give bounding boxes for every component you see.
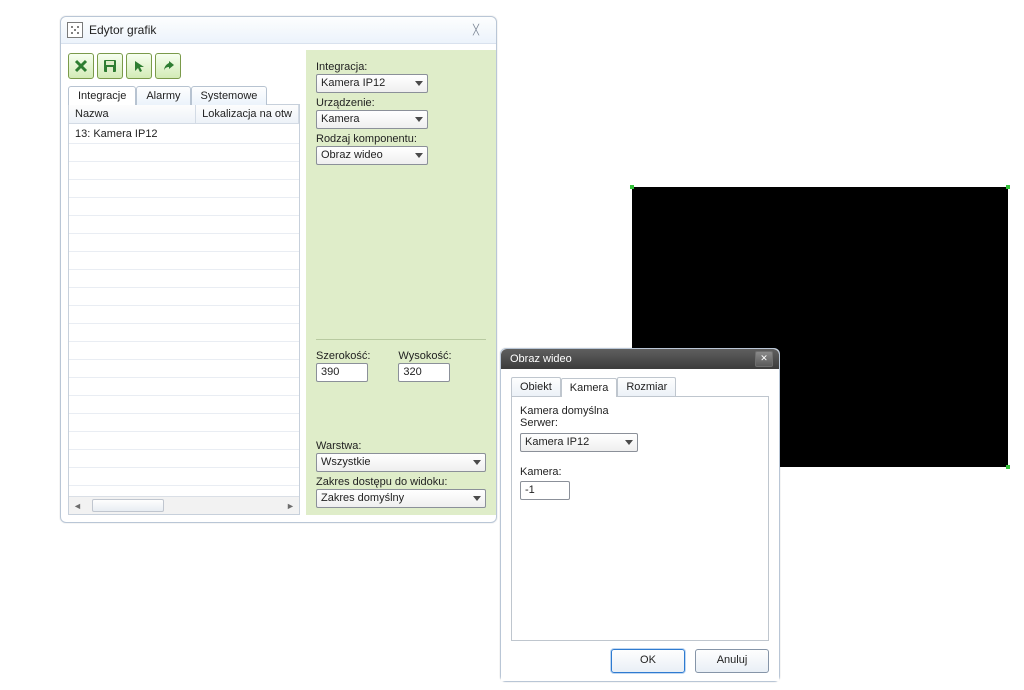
urzadzenie-select[interactable]: Kamera <box>316 110 428 129</box>
szerokosc-input[interactable]: 390 <box>316 363 368 382</box>
resize-handle-ne[interactable] <box>1006 185 1010 189</box>
ok-button[interactable]: OK <box>611 649 685 673</box>
dialog-body: Obiekt Kamera Rozmiar Kamera domyślna Se… <box>501 369 779 681</box>
table-row[interactable] <box>69 288 299 306</box>
rodzaj-label: Rodzaj komponentu: <box>316 133 486 145</box>
warstwa-select[interactable]: Wszystkie <box>316 453 486 472</box>
table-row[interactable] <box>69 432 299 450</box>
items-table: Nazwa Lokalizacja na otw 13: Kamera IP12 <box>68 104 300 515</box>
save-button[interactable] <box>97 53 123 79</box>
cancel-button[interactable]: Anuluj <box>695 649 769 673</box>
tab-integracje[interactable]: Integracje <box>68 86 136 105</box>
table-row[interactable] <box>69 216 299 234</box>
size-row: Szerokość: 390 Wysokość: 320 <box>316 339 486 382</box>
cursor-icon <box>132 59 146 73</box>
dialog-tab-pane: Kamera domyślna Serwer: Kamera IP12 Kame… <box>511 396 769 641</box>
wysokosc-label: Wysokość: <box>398 350 451 362</box>
x-icon <box>74 59 88 73</box>
table-row[interactable] <box>69 324 299 342</box>
source-tabs: Integracje Alarmy Systemowe <box>68 86 300 105</box>
table-row[interactable] <box>69 270 299 288</box>
editor-body: Integracje Alarmy Systemowe Nazwa Lokali… <box>61 43 496 522</box>
serwer-select[interactable]: Kamera IP12 <box>520 433 638 452</box>
table-header: Nazwa Lokalizacja na otw <box>69 105 299 124</box>
th-lokalizacja[interactable]: Lokalizacja na otw <box>196 105 299 123</box>
table-row[interactable] <box>69 414 299 432</box>
dialog-tabs: Obiekt Kamera Rozmiar <box>511 377 769 396</box>
video-dialog: Obraz wideo ✕ Obiekt Kamera Rozmiar Kame… <box>500 348 780 682</box>
kamera-input[interactable]: -1 <box>520 481 570 500</box>
table-row[interactable] <box>69 450 299 468</box>
zakres-select[interactable]: Zakres domyślny <box>316 489 486 508</box>
tab-rozmiar[interactable]: Rozmiar <box>617 377 676 396</box>
editor-window: Edytor grafik ╳ Integracje <box>60 16 497 523</box>
tab-alarmy[interactable]: Alarmy <box>136 86 190 105</box>
row-name: 13: Kamera IP12 <box>75 128 158 140</box>
dialog-buttons: OK Anuluj <box>511 641 769 673</box>
pointer-button[interactable] <box>126 53 152 79</box>
toolbar <box>68 50 300 85</box>
arrow-icon <box>161 59 175 73</box>
warstwa-label: Warstwa: <box>316 440 486 452</box>
scroll-thumb[interactable] <box>92 499 164 512</box>
table-row[interactable]: 13: Kamera IP12 <box>69 126 299 144</box>
table-row[interactable] <box>69 306 299 324</box>
scroll-left-icon[interactable]: ◄ <box>69 498 86 513</box>
tab-obiekt[interactable]: Obiekt <box>511 377 561 396</box>
table-row[interactable] <box>69 252 299 270</box>
table-row[interactable] <box>69 378 299 396</box>
rodzaj-select[interactable]: Obraz wideo <box>316 146 428 165</box>
dialog-titlebar[interactable]: Obraz wideo ✕ <box>501 349 779 370</box>
szerokosc-label: Szerokość: <box>316 350 370 362</box>
table-row[interactable] <box>69 360 299 378</box>
table-row[interactable] <box>69 198 299 216</box>
integracja-select[interactable]: Kamera IP12 <box>316 74 428 93</box>
table-row[interactable] <box>69 234 299 252</box>
close-icon[interactable]: ✕ <box>755 351 773 367</box>
close-icon[interactable]: ╳ <box>462 22 490 39</box>
zakres-label: Zakres dostępu do widoku: <box>316 476 486 488</box>
properties-panel: Integracja: Kamera IP12 Urządzenie: Kame… <box>306 50 496 515</box>
horizontal-scrollbar[interactable]: ◄ ► <box>69 496 299 514</box>
floppy-icon <box>103 59 117 73</box>
left-column: Integracje Alarmy Systemowe Nazwa Lokali… <box>68 50 300 515</box>
table-row[interactable] <box>69 468 299 486</box>
delete-button[interactable] <box>68 53 94 79</box>
scroll-right-icon[interactable]: ► <box>282 498 299 513</box>
kamera-label: Kamera: <box>520 466 760 478</box>
table-rows: 13: Kamera IP12 <box>69 126 299 497</box>
wysokosc-input[interactable]: 320 <box>398 363 450 382</box>
tab-kamera[interactable]: Kamera <box>561 378 618 397</box>
resize-handle-nw[interactable] <box>630 185 634 189</box>
integracja-label: Integracja: <box>316 61 486 73</box>
table-row[interactable] <box>69 144 299 162</box>
resize-handle-se[interactable] <box>1006 465 1010 469</box>
table-row[interactable] <box>69 342 299 360</box>
dialog-title: Obraz wideo <box>510 353 755 365</box>
table-row[interactable] <box>69 180 299 198</box>
th-nazwa[interactable]: Nazwa <box>69 105 196 123</box>
kamera-domyslna-label: Kamera domyślna <box>520 405 760 417</box>
share-button[interactable] <box>155 53 181 79</box>
editor-titlebar[interactable]: Edytor grafik ╳ <box>61 17 496 44</box>
serwer-label: Serwer: <box>520 417 760 429</box>
urzadzenie-label: Urządzenie: <box>316 97 486 109</box>
tab-systemowe[interactable]: Systemowe <box>191 86 268 105</box>
window-title: Edytor grafik <box>89 23 462 37</box>
table-row[interactable] <box>69 396 299 414</box>
table-row[interactable] <box>69 162 299 180</box>
app-icon <box>67 22 83 38</box>
